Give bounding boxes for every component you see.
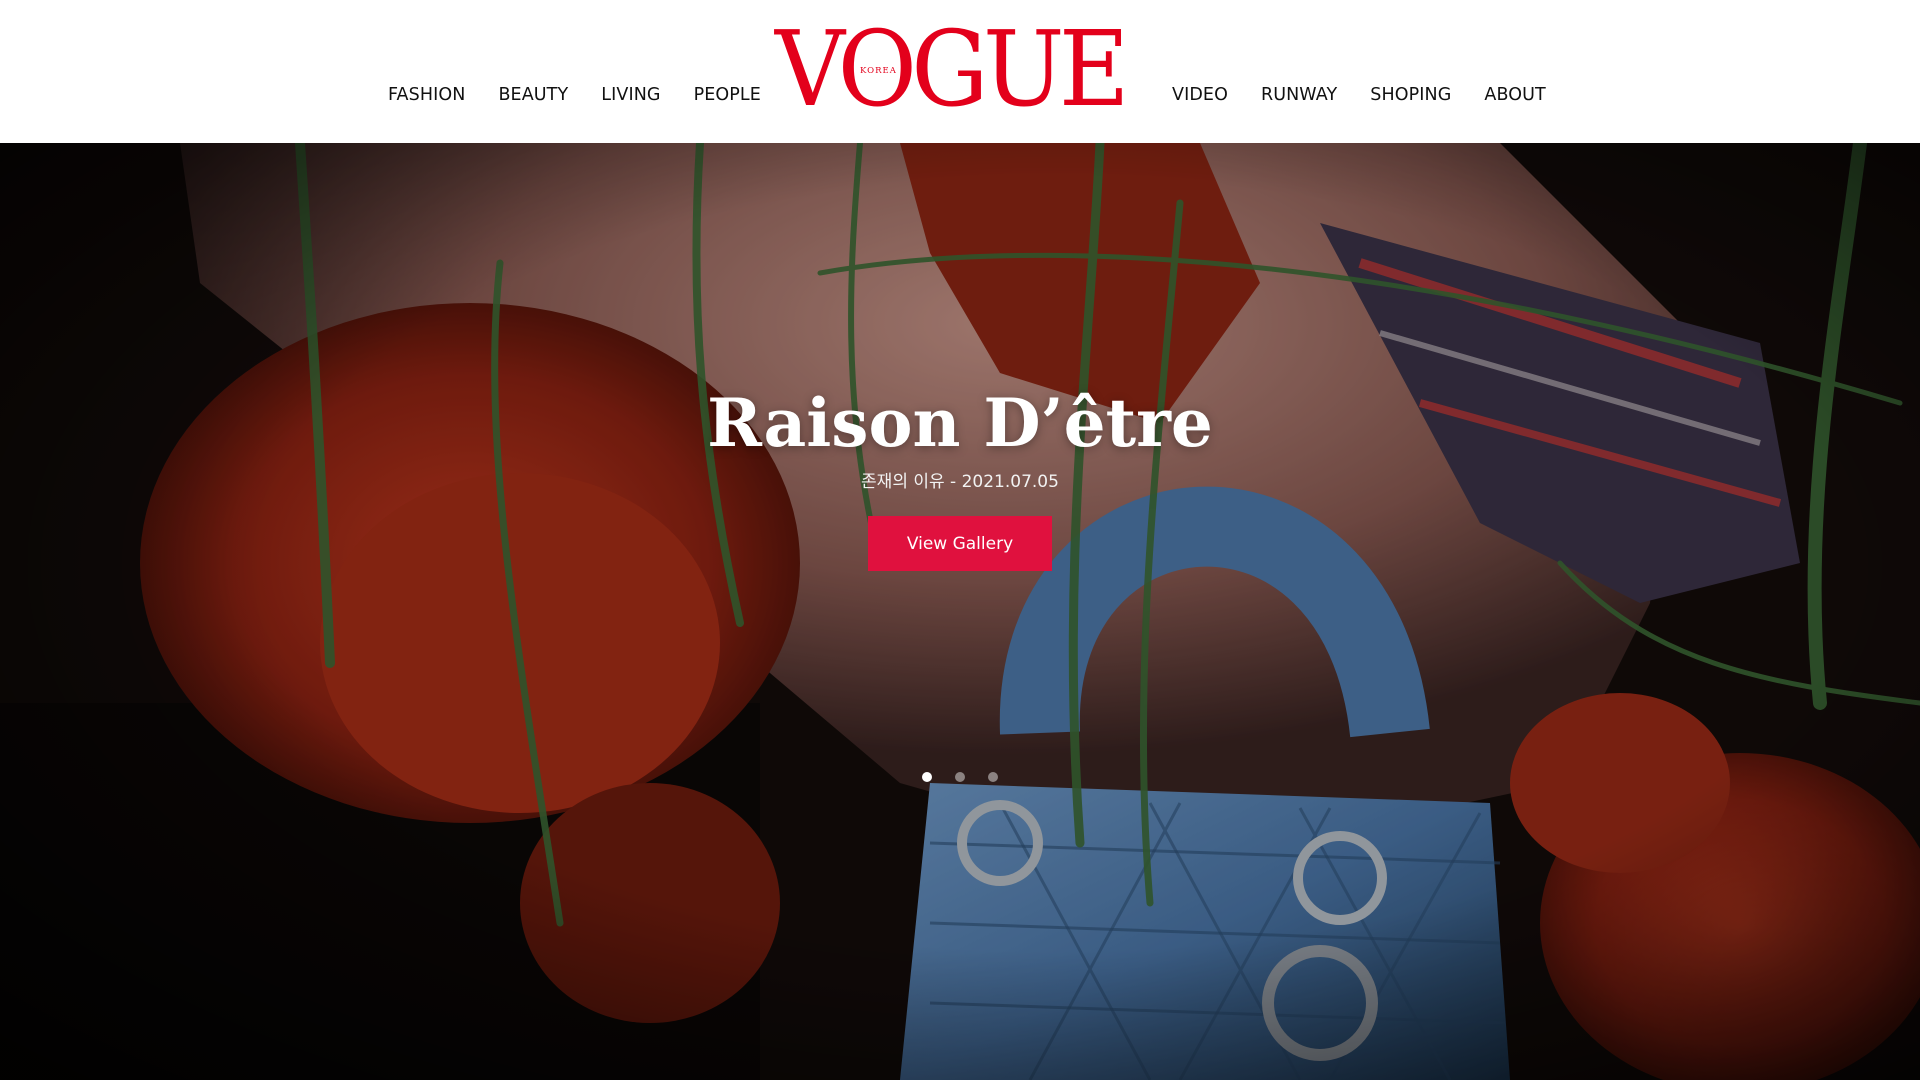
logo-subtitle: KOREA — [859, 66, 898, 76]
view-gallery-button[interactable]: View Gallery — [868, 516, 1052, 571]
vogue-korea-logo[interactable]: VOGUE KOREA — [775, 17, 1130, 121]
slide-dot-3[interactable] — [988, 772, 998, 782]
slide-dot-2[interactable] — [955, 772, 965, 782]
nav-item-living[interactable]: LIVING — [601, 85, 660, 105]
site-header: FASHION BEAUTY LIVING PEOPLE VOGUE KOREA… — [0, 0, 1920, 143]
nav-item-people[interactable]: PEOPLE — [694, 85, 761, 105]
nav-item-runway[interactable]: RUNWAY — [1261, 85, 1337, 105]
nav-item-fashion[interactable]: FASHION — [388, 85, 465, 105]
hero-slider: Raison D’être 존재의 이유 - 2021.07.05 View G… — [0, 143, 1920, 1080]
slide-dot-1[interactable] — [922, 772, 932, 782]
hero-subtitle: 존재의 이유 - 2021.07.05 — [861, 472, 1059, 492]
nav-item-video[interactable]: VIDEO — [1172, 85, 1228, 105]
hero-title: Raison D’être — [707, 384, 1213, 462]
nav-right: VIDEO RUNWAY SHOPING ABOUT — [1172, 0, 1546, 143]
nav-item-shoping[interactable]: SHOPING — [1370, 85, 1451, 105]
slider-pagination — [922, 772, 1021, 782]
logo-wordmark: VOGUE — [775, 8, 1130, 130]
hero-overlay — [0, 143, 1920, 1080]
nav-item-about[interactable]: ABOUT — [1484, 85, 1545, 105]
nav-item-beauty[interactable]: BEAUTY — [498, 85, 568, 105]
nav-left: FASHION BEAUTY LIVING PEOPLE — [388, 0, 761, 143]
